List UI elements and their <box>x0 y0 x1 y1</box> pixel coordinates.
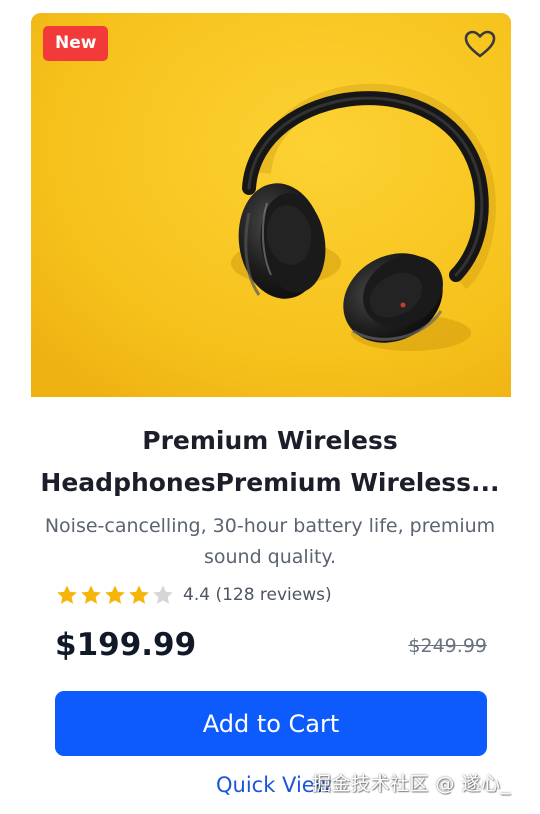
new-badge: New <box>43 26 109 61</box>
product-image[interactable]: New <box>31 13 511 397</box>
star-filled-icon <box>129 585 149 604</box>
product-title-line-1: Premium Wireless <box>142 426 398 455</box>
star-filled-icon <box>105 585 125 604</box>
heart-icon[interactable] <box>463 29 497 59</box>
product-title: Premium Wireless HeadphonesPremium Wirel… <box>32 420 508 504</box>
rating-text: 4.4 (128 reviews) <box>183 585 332 605</box>
product-description: Noise-cancelling, 30-hour battery life, … <box>44 515 496 568</box>
product-rating: 4.4 (128 reviews) <box>55 581 332 609</box>
add-to-cart-button[interactable]: Add to Cart <box>55 691 487 756</box>
headphones-photo <box>31 13 511 397</box>
current-price: $199.99 <box>55 627 197 663</box>
rating-stars <box>55 584 175 606</box>
original-price: $249.99 <box>408 635 487 657</box>
watermark: 掘金技术社区 @ 遂心_ <box>312 773 511 795</box>
star-filled-icon <box>57 585 77 604</box>
star-empty-icon <box>153 585 173 604</box>
product-title-line-2: HeadphonesPremium Wireless... <box>40 468 500 497</box>
star-filled-icon <box>81 585 101 604</box>
product-card: New <box>31 13 511 397</box>
